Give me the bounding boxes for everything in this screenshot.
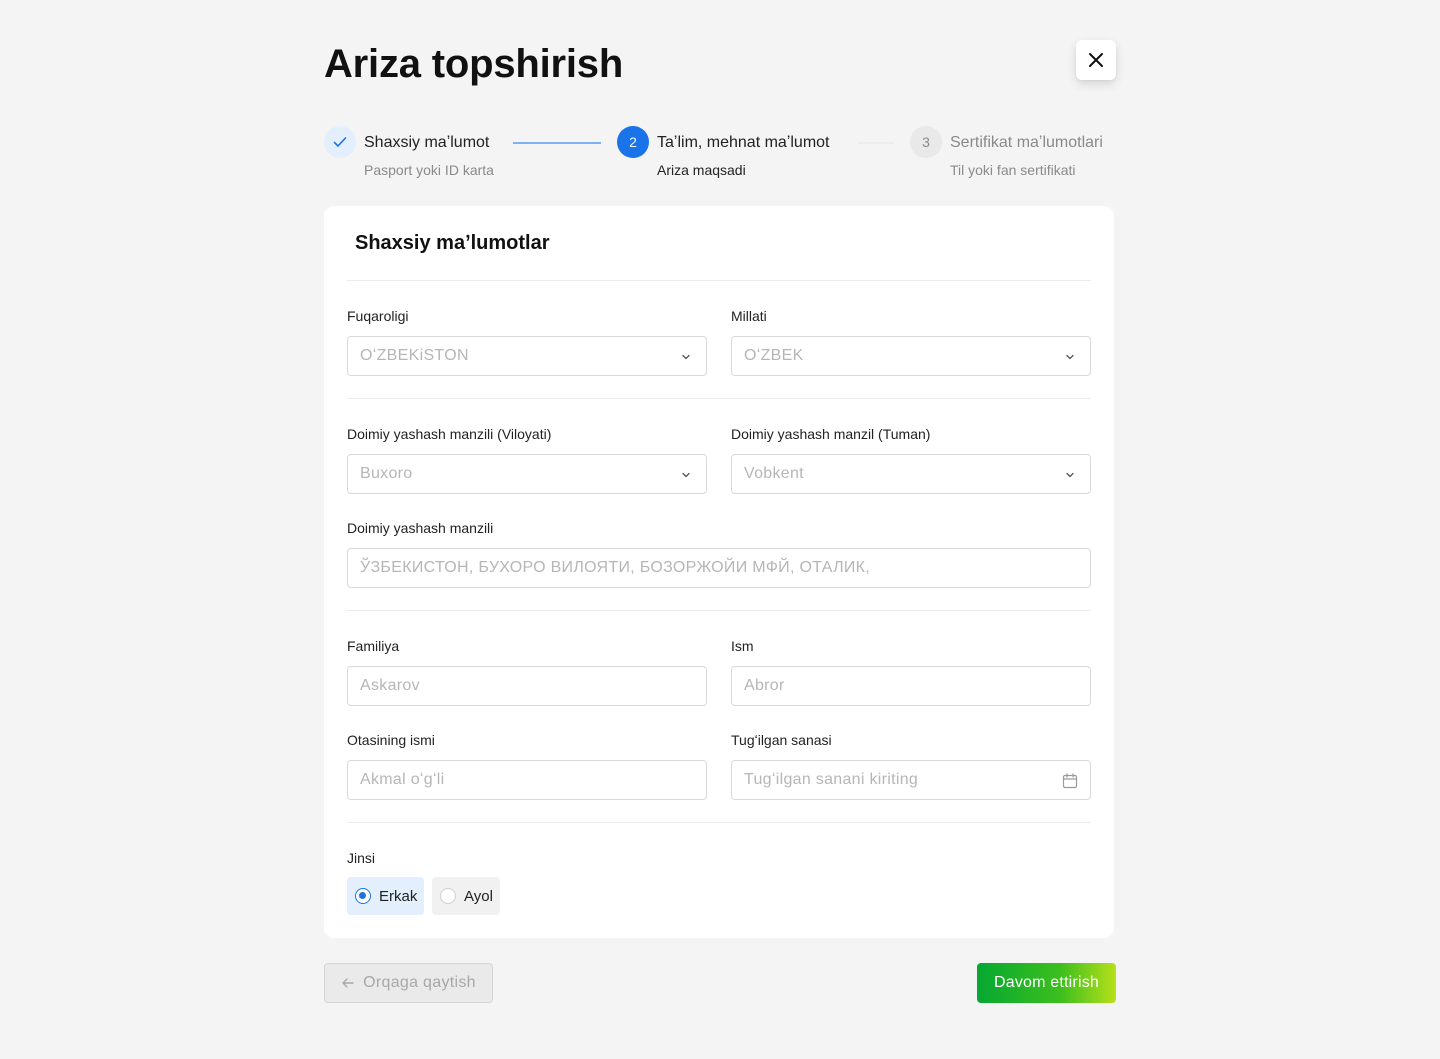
gender-option-label: Ayol — [464, 887, 493, 905]
chevron-down-icon — [1066, 354, 1074, 360]
citizenship-value: OʻZBEKiSTON — [360, 347, 469, 364]
patronymic-input[interactable]: Akmal oʻgʻli — [347, 760, 707, 800]
address-input[interactable]: ЎЗБЕКИСТОН, БУХОРО ВИЛОЯТИ, БОЗОРЖОЙИ МФ… — [347, 548, 1091, 588]
region-select[interactable]: Buxoro — [347, 454, 707, 494]
surname-value: Askarov — [360, 677, 420, 694]
radio-unselected-icon — [440, 888, 456, 904]
chevron-down-icon — [1066, 472, 1074, 478]
continue-button[interactable]: Davom ettirish — [977, 963, 1116, 1003]
step-number-circle: 2 — [617, 126, 649, 158]
district-value: Vobkent — [744, 465, 804, 482]
divider — [347, 280, 1091, 281]
name-input[interactable]: Abror — [731, 666, 1091, 706]
step-completed-circle — [324, 126, 356, 158]
district-select[interactable]: Vobkent — [731, 454, 1091, 494]
patronymic-value: Akmal oʻgʻli — [360, 771, 445, 788]
step-title: Sertifikat maʼlumotlari — [950, 134, 1103, 151]
page-title: Ariza topshirish — [324, 42, 624, 86]
region-label: Doimiy yashash manzili (Viloyati) — [347, 426, 552, 442]
gender-option-female[interactable]: Ayol — [432, 877, 500, 915]
personal-info-card: Shaxsiy maʼlumotlar Fuqaroligi OʻZBEKiST… — [324, 206, 1114, 938]
chevron-down-icon — [682, 472, 690, 478]
citizenship-label: Fuqaroligi — [347, 308, 409, 324]
stepper: Shaxsiy maʼlumot Pasport yoki ID karta 2… — [324, 126, 1116, 186]
divider — [347, 398, 1091, 399]
step-subtitle: Til yoki fan sertifikati — [950, 162, 1076, 178]
arrow-left-icon — [342, 978, 354, 988]
name-label: Ism — [731, 638, 754, 654]
nationality-label: Millati — [731, 308, 767, 324]
card-title: Shaxsiy maʼlumotlar — [355, 232, 550, 254]
step-title: Shaxsiy maʼlumot — [364, 134, 490, 151]
step-subtitle: Ariza maqsadi — [657, 162, 746, 178]
birthdate-placeholder: Tugʻilgan sanani kiriting — [744, 771, 919, 788]
citizenship-select[interactable]: OʻZBEKiSTON — [347, 336, 707, 376]
nationality-select[interactable]: OʻZBEK — [731, 336, 1091, 376]
birthdate-input[interactable]: Tugʻilgan sanani kiriting — [731, 760, 1091, 800]
check-icon — [333, 137, 347, 147]
divider — [347, 610, 1091, 611]
radio-selected-icon — [355, 888, 371, 904]
step-connector — [513, 142, 601, 144]
gender-option-male[interactable]: Erkak — [347, 877, 424, 915]
application-page: Ariza topshirish Shaxsiy maʼlumot Paspor… — [324, 0, 1116, 1059]
chevron-down-icon — [682, 354, 690, 360]
surname-input[interactable]: Askarov — [347, 666, 707, 706]
district-label: Doimiy yashash manzil (Tuman) — [731, 426, 931, 442]
continue-button-label: Davom ettirish — [993, 974, 1100, 991]
close-icon — [1089, 53, 1103, 67]
close-button[interactable] — [1076, 40, 1116, 80]
patronymic-label: Otasining ismi — [347, 732, 435, 748]
gender-option-label: Erkak — [379, 887, 418, 905]
name-value: Abror — [744, 677, 785, 694]
back-button-label: Orqaga qaytish — [363, 974, 476, 991]
surname-label: Familiya — [347, 638, 400, 654]
step-connector — [858, 142, 894, 144]
divider — [347, 822, 1091, 823]
gender-label: Jinsi — [347, 850, 376, 866]
back-button[interactable]: Orqaga qaytish — [324, 963, 493, 1003]
region-value: Buxoro — [360, 465, 413, 482]
birthdate-label: Tugʻilgan sanasi — [731, 732, 832, 748]
step-title: Taʼlim, mehnat maʼlumot — [657, 134, 830, 151]
address-label: Doimiy yashash manzili — [347, 520, 494, 536]
calendar-icon[interactable] — [1062, 773, 1078, 789]
nationality-value: OʻZBEK — [744, 347, 804, 364]
step-number-circle: 3 — [910, 126, 942, 158]
step-subtitle: Pasport yoki ID karta — [364, 162, 494, 178]
address-value: ЎЗБЕКИСТОН, БУХОРО ВИЛОЯТИ, БОЗОРЖОЙИ МФ… — [360, 559, 871, 576]
